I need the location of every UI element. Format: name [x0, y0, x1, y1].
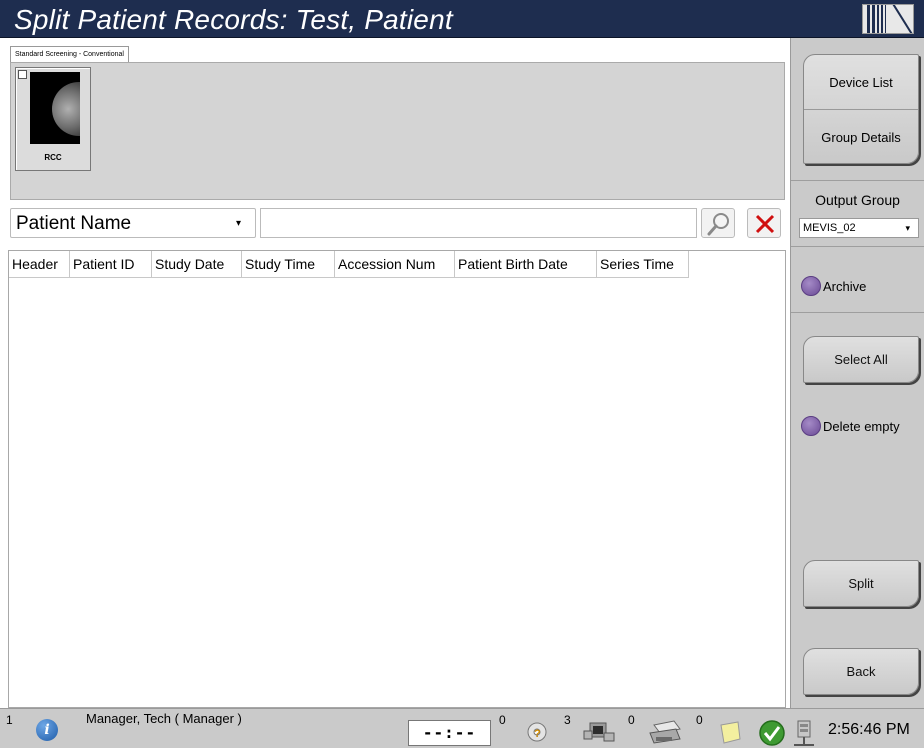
delete-empty-radio-icon[interactable]	[801, 416, 821, 436]
device-list-button[interactable]: Device List	[804, 55, 918, 110]
column-header[interactable]: Patient Birth Date	[455, 251, 597, 277]
chevron-down-icon: ▾	[235, 218, 241, 229]
divider	[791, 180, 924, 181]
column-header[interactable]: Study Time	[242, 251, 335, 277]
title-bar: Split Patient Records: Test, Patient	[0, 0, 924, 38]
right-sidebar: Device List Group Details Output Group M…	[790, 38, 924, 708]
help-disc-icon[interactable]: ?	[526, 719, 548, 743]
mammogram-image	[30, 72, 80, 144]
search-field-value: Patient Name	[16, 213, 132, 234]
thumbnail-label: RCC	[44, 153, 62, 162]
archive-label: Archive	[823, 278, 867, 294]
screen-number: 1	[6, 713, 13, 727]
split-button[interactable]: Split	[803, 560, 919, 607]
delete-empty-label: Delete empty	[823, 418, 900, 434]
device-group-button: Device List Group Details	[803, 54, 919, 164]
column-header[interactable]: Patient ID	[70, 251, 152, 277]
status-bar: 1 i Manager, Tech ( Manager ) --:-- 0 ? …	[0, 708, 924, 748]
chevron-down-icon: ▾	[905, 223, 910, 233]
group-details-button[interactable]: Group Details	[804, 110, 918, 165]
printer-icon[interactable]	[646, 719, 684, 747]
queue-count: 0	[499, 713, 506, 727]
magnifier-icon	[707, 213, 729, 236]
divider	[791, 246, 924, 247]
search-button[interactable]	[701, 208, 735, 238]
thumbnail-panel: RCC	[10, 62, 785, 200]
tab-standard-screening[interactable]: Standard Screening - Conventional	[10, 46, 129, 62]
archive-option[interactable]: Archive	[801, 276, 866, 296]
close-icon	[755, 214, 775, 234]
search-input[interactable]	[260, 208, 697, 238]
main-area: Standard Screening - Conventional RCC Pa…	[0, 38, 790, 708]
network-icon[interactable]	[790, 719, 816, 747]
svg-text:?: ?	[534, 728, 541, 740]
clear-search-button[interactable]	[747, 208, 781, 238]
brand-logo-icon	[862, 4, 914, 34]
clock: 2:56:46 PM	[828, 721, 910, 738]
timer-display: --:--	[408, 720, 491, 746]
search-row: Patient Name ▾	[10, 208, 785, 240]
image-thumbnail-rcc[interactable]: RCC	[15, 67, 91, 171]
table-header-row: Header Patient ID Study Date Study Time …	[9, 251, 689, 278]
output-group-value: MEVIS_02	[803, 222, 856, 234]
output-group-select[interactable]: MEVIS_02 ▾	[799, 218, 919, 238]
archive-radio-icon[interactable]	[801, 276, 821, 296]
column-header[interactable]: Study Date	[152, 251, 242, 277]
help-count: 3	[564, 713, 571, 727]
select-all-button[interactable]: Select All	[803, 336, 919, 383]
logged-in-user[interactable]: Manager, Tech ( Manager )	[86, 711, 242, 726]
column-header[interactable]: Accession Num	[335, 251, 455, 277]
devices-icon[interactable]	[582, 719, 616, 745]
divider	[791, 312, 924, 313]
check-status-icon[interactable]	[758, 719, 786, 747]
output-group-label: Output Group	[815, 192, 900, 208]
window-title: Split Patient Records: Test, Patient	[14, 4, 453, 35]
back-button[interactable]: Back	[803, 648, 919, 695]
column-header[interactable]: Header	[9, 251, 70, 277]
delete-empty-option[interactable]: Delete empty	[801, 416, 900, 436]
column-header[interactable]: Series Time	[597, 251, 689, 277]
info-icon[interactable]: i	[36, 719, 58, 741]
thumbnail-checkbox[interactable]	[18, 70, 27, 79]
devices-count: 0	[628, 713, 635, 727]
printer-count: 0	[696, 713, 703, 727]
patient-records-table: Header Patient ID Study Date Study Time …	[8, 250, 786, 708]
search-field-dropdown[interactable]: Patient Name ▾	[10, 208, 256, 238]
notes-icon[interactable]	[718, 719, 742, 745]
